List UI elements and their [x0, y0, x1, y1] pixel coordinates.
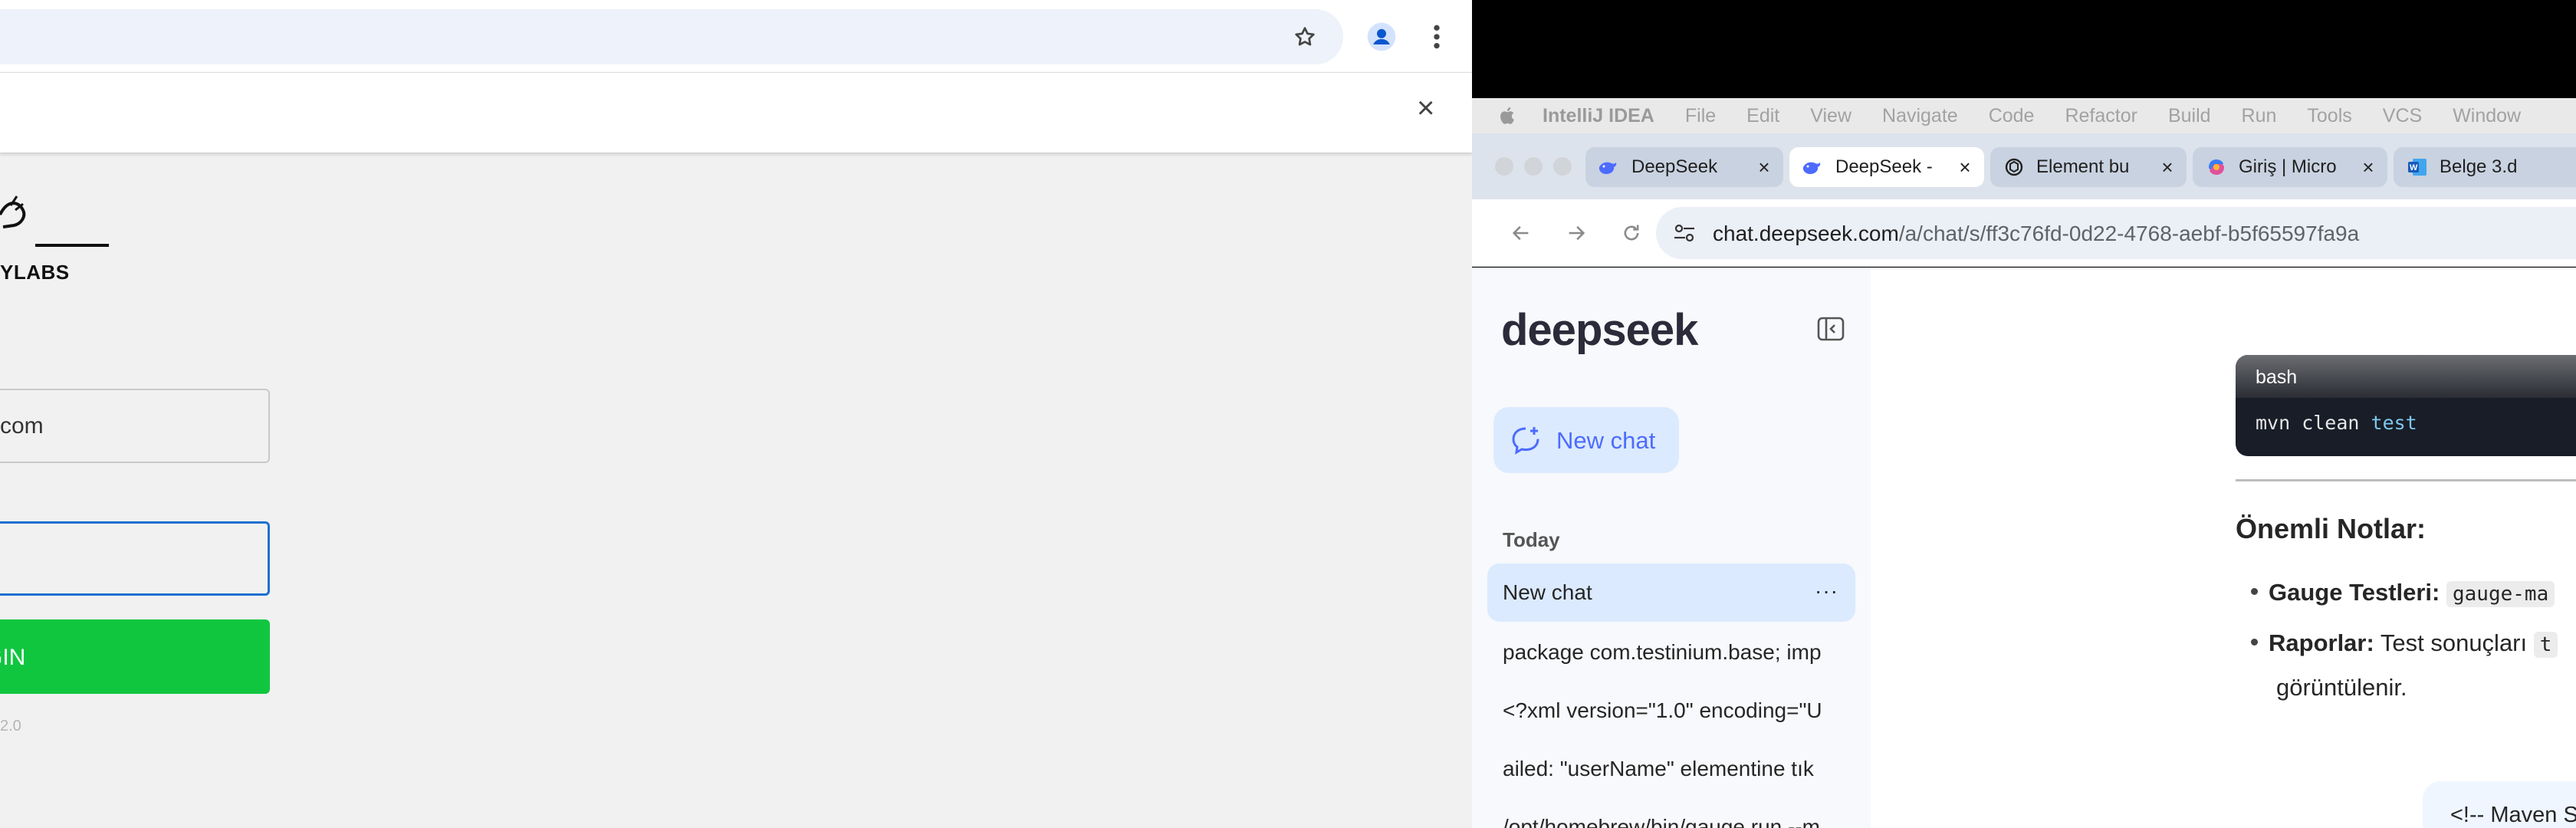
mac-menu-bar: IntelliJ IDEA File Edit View Navigate Co…: [1472, 98, 2576, 133]
login-button[interactable]: GIN: [0, 619, 270, 694]
menu-navigate[interactable]: Navigate: [1882, 105, 1958, 127]
kebab-menu-icon[interactable]: [1418, 18, 1455, 55]
bullet-text-continued: görüntülenir.: [2276, 674, 2407, 701]
chat-history-item[interactable]: /opt/homebrew/bin/gauge run --m: [1503, 815, 1855, 828]
menu-app-name[interactable]: IntelliJ IDEA: [1543, 105, 1654, 127]
tab-close-icon[interactable]: ×: [1953, 156, 1976, 179]
reload-icon[interactable]: [1615, 216, 1648, 250]
deepseek-logo: deepseek: [1501, 305, 1698, 355]
code-command: mvn clean: [2256, 412, 2371, 434]
window-minimize-button[interactable]: [1524, 157, 1543, 176]
url-host: chat.deepseek.com: [1713, 222, 1899, 245]
chat-main-area: bash mvn clean test Önemli Notlar: Gauge…: [1871, 268, 2576, 828]
tab-label: Element bu: [2036, 156, 2130, 177]
menu-code[interactable]: Code: [1989, 105, 2035, 127]
url-text[interactable]: chat.deepseek.com/a/chat/s/ff3c76fd-0d22…: [1713, 222, 2359, 246]
tab-close-icon[interactable]: ×: [1753, 156, 1776, 179]
window-close-button[interactable]: [1495, 157, 1513, 176]
back-arrow-icon[interactable]: [1504, 216, 1538, 250]
menu-build[interactable]: Build: [2168, 105, 2211, 127]
chat-history-label: New chat: [1503, 580, 1592, 604]
bullet-title: Raporlar:: [2269, 629, 2374, 656]
tab-word-document[interactable]: W Belge 3.d: [2394, 147, 2576, 187]
sidebar-collapse-icon[interactable]: [1815, 314, 1846, 344]
forward-arrow-icon[interactable]: [1559, 216, 1593, 250]
chat-history-item-active[interactable]: New chat ···: [1487, 564, 1855, 622]
email-value: com: [0, 413, 44, 439]
word-icon: W: [2406, 156, 2429, 179]
tab-deepseek-2[interactable]: DeepSeek - ×: [1789, 147, 1984, 187]
user-message-bubble: <!-- Maven S: [2423, 781, 2576, 828]
chat-history-item[interactable]: package com.testinium.base; imp: [1503, 640, 1855, 665]
inline-code: gauge-ma: [2446, 581, 2555, 607]
tab-close-icon[interactable]: ×: [2357, 156, 2380, 179]
browser-navbar: chat.deepseek.com/a/chat/s/ff3c76fd-0d22…: [1472, 199, 2576, 267]
deepseek-sidebar: deepseek New chat Today New chat ··· pac…: [1472, 268, 1871, 828]
tab-close-icon[interactable]: ×: [2156, 156, 2179, 179]
left-browser-window: × YLABS com GIN 2.0: [0, 0, 1472, 828]
tab-deepseek-1[interactable]: DeepSeek ×: [1585, 147, 1783, 187]
new-chat-label: New chat: [1556, 427, 1656, 454]
list-item: Raporlar: Test sonuçları t: [2251, 629, 2558, 658]
bullet-text: Test sonuçları: [2374, 629, 2534, 656]
tab-microsoft-login[interactable]: Giriş | Micro ×: [2193, 147, 2387, 187]
tab-label: Belge 3.d: [2440, 156, 2518, 177]
apple-icon[interactable]: [1498, 105, 1518, 127]
company-logo-icon: [0, 184, 115, 253]
version-text: 2.0: [0, 718, 21, 734]
code-argument: test: [2371, 412, 2417, 434]
divider: [2236, 479, 2576, 481]
profile-icon[interactable]: [1363, 18, 1400, 55]
history-section-today: Today: [1503, 528, 1560, 551]
new-chat-icon: [1510, 426, 1541, 455]
code-language-label: bash: [2236, 355, 2576, 398]
chat-history-item[interactable]: ailed: "userName" elementine tık: [1503, 757, 1855, 781]
window-zoom-button[interactable]: [1553, 157, 1572, 176]
url-path: /a/chat/s/ff3c76fd-0d22-4768-aebf-b5f655…: [1898, 222, 2360, 245]
info-bar: ×: [0, 72, 1472, 153]
chatgpt-icon: [2003, 156, 2026, 179]
new-chat-button[interactable]: New chat: [1493, 407, 1679, 473]
star-icon[interactable]: [1286, 18, 1323, 55]
address-bar[interactable]: [0, 9, 1343, 64]
user-message-text: <!-- Maven S: [2450, 803, 2576, 827]
code-block: bash mvn clean test: [2236, 355, 2576, 456]
site-settings-icon[interactable]: [1673, 222, 1696, 244]
menu-run[interactable]: Run: [2242, 105, 2277, 127]
bullet-title: Gauge Testleri:: [2269, 579, 2440, 606]
password-field[interactable]: [0, 521, 270, 596]
company-logo-text: YLABS: [0, 261, 70, 284]
deepseek-whale-icon: [1598, 156, 1621, 179]
tab-element[interactable]: Element bu ×: [1990, 147, 2187, 187]
list-item: Gauge Testleri: gauge-ma: [2251, 579, 2555, 607]
email-field[interactable]: com: [0, 389, 270, 463]
copilot-icon: [2205, 156, 2228, 179]
tab-label: Giriş | Micro: [2239, 156, 2337, 177]
code-content: mvn clean test: [2236, 398, 2576, 434]
menu-window[interactable]: Window: [2453, 105, 2521, 127]
menu-vcs[interactable]: VCS: [2383, 105, 2422, 127]
menu-view[interactable]: View: [1810, 105, 1852, 127]
chat-history-item[interactable]: <?xml version="1.0" encoding="U: [1503, 698, 1855, 723]
menu-edit[interactable]: Edit: [1746, 105, 1779, 127]
menu-tools[interactable]: Tools: [2307, 105, 2351, 127]
browser-toolbar: [0, 0, 1472, 72]
inline-code: t: [2533, 632, 2558, 658]
tab-label: DeepSeek -: [1835, 156, 1933, 177]
more-options-icon[interactable]: ···: [1815, 579, 1838, 603]
menu-file[interactable]: File: [1685, 105, 1716, 127]
svg-text:W: W: [2410, 163, 2418, 172]
close-icon[interactable]: ×: [1417, 91, 1434, 126]
notes-heading: Önemli Notlar:: [2236, 513, 2426, 544]
menu-refactor[interactable]: Refactor: [2065, 105, 2137, 127]
tab-label: DeepSeek: [1631, 156, 1718, 177]
deepseek-whale-icon: [1802, 156, 1825, 179]
right-screen: IntelliJ IDEA File Edit View Navigate Co…: [1472, 0, 2576, 828]
url-bar[interactable]: chat.deepseek.com/a/chat/s/ff3c76fd-0d22…: [1656, 207, 2576, 259]
login-button-label: GIN: [0, 645, 26, 670]
